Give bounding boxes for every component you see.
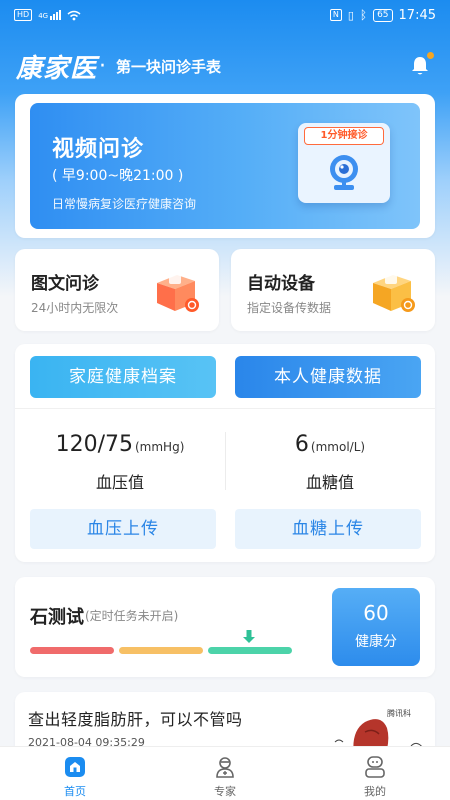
network-type: 4G bbox=[38, 12, 49, 20]
tab-profile[interactable]: 我的 bbox=[300, 747, 450, 800]
video-consult-banner[interactable]: 视频问诊 ( 早9:00~晚21:00 ) 日常慢病复诊医疗健康咨询 1分钟接诊 bbox=[30, 103, 420, 229]
status-left: HD 4G bbox=[14, 9, 81, 21]
family-health-record-button[interactable]: 家庭健康档案 bbox=[30, 356, 216, 398]
bottom-tab-bar: 首页 专家 我的 bbox=[0, 746, 450, 800]
arrow-down-icon bbox=[243, 630, 255, 643]
blood-pressure-label: 血压值 bbox=[95, 473, 144, 492]
auto-device-subtitle: 指定设备传数据 bbox=[247, 301, 332, 315]
score-bar-high bbox=[208, 647, 292, 654]
blood-sugar-unit: (mmol/L) bbox=[310, 440, 366, 454]
auto-device-title: 自动设备 bbox=[247, 274, 315, 294]
health-data-card: 家庭健康档案 本人健康数据 120/75 (mmHg) 血压值 6 (mmol/L)… bbox=[15, 344, 435, 562]
vibrate-icon: ▯ bbox=[347, 8, 354, 22]
device-box-icon bbox=[373, 275, 415, 312]
bluetooth-icon: ᛒ bbox=[359, 8, 368, 22]
text-consult-card[interactable]: 图文问诊 24小时内无限次 bbox=[15, 249, 219, 331]
stone-test-card[interactable]: 石测试 (定时任务未开启) 60 健康分 bbox=[15, 577, 435, 677]
tab-home[interactable]: 首页 bbox=[0, 747, 150, 800]
stone-test-title: 石测试 bbox=[30, 607, 84, 628]
upload-blood-sugar-button[interactable]: 血糖上传 bbox=[235, 509, 421, 549]
health-score-label: 健康分 bbox=[355, 634, 397, 650]
wifi-icon bbox=[67, 10, 81, 20]
notification-button[interactable] bbox=[408, 52, 434, 78]
hd-badge: HD bbox=[14, 9, 33, 21]
health-score-value: 60 bbox=[363, 601, 389, 625]
status-right: N ▯ ᛒ 65 17:45 bbox=[329, 7, 436, 23]
stone-test-status: (定时任务未开启) bbox=[85, 609, 179, 623]
tab-profile-label: 我的 bbox=[364, 785, 386, 798]
quick-consult-badge: 1分钟接诊 bbox=[304, 127, 384, 145]
blood-sugar-value: 6 bbox=[294, 432, 309, 457]
video-consult-card: 视频问诊 ( 早9:00~晚21:00 ) 日常慢病复诊医疗健康咨询 1分钟接诊 bbox=[15, 94, 435, 238]
blood-pressure-unit: (mmHg) bbox=[135, 440, 185, 454]
upload-blood-pressure-button[interactable]: 血压上传 bbox=[30, 509, 216, 549]
personal-health-data-button[interactable]: 本人健康数据 bbox=[235, 356, 421, 398]
score-bar-mid bbox=[119, 647, 203, 654]
tab-experts[interactable]: 专家 bbox=[150, 747, 300, 800]
blood-pressure-reading: 120/75 (mmHg) 血压值 bbox=[15, 432, 225, 493]
tab-home-label: 首页 bbox=[64, 785, 86, 798]
auto-device-card[interactable]: 自动设备 指定设备传数据 bbox=[231, 249, 435, 331]
battery-icon: 65 bbox=[373, 8, 393, 22]
divider bbox=[15, 408, 435, 409]
logo-dot: · bbox=[99, 53, 107, 79]
text-consult-title: 图文问诊 bbox=[31, 274, 99, 294]
app-header: 康家医 · 第一块问诊手表 bbox=[0, 44, 450, 88]
video-consult-hours: ( 早9:00~晚21:00 ) bbox=[52, 168, 184, 184]
blood-sugar-label: 血糖值 bbox=[305, 473, 354, 492]
profile-icon bbox=[365, 756, 385, 778]
home-icon bbox=[65, 757, 85, 777]
video-consult-description: 日常慢病复诊医疗健康咨询 bbox=[52, 197, 197, 211]
doctor-icon bbox=[216, 757, 234, 778]
status-bar: HD 4G N ▯ ᛒ 65 17:45 bbox=[0, 0, 450, 30]
blood-pressure-value: 120/75 bbox=[55, 432, 133, 457]
app-slogan: 第一块问诊手表 bbox=[116, 57, 222, 76]
video-consult-title: 视频问诊 bbox=[52, 137, 145, 162]
notification-dot bbox=[427, 52, 434, 59]
score-bar-low bbox=[30, 647, 114, 654]
news-thumbnail-caption: 腾讯科 bbox=[387, 708, 411, 718]
video-illustration: 1分钟接诊 bbox=[298, 123, 390, 203]
health-score-box[interactable]: 60 健康分 bbox=[332, 588, 420, 666]
signal-icon: 4G bbox=[38, 10, 62, 20]
tab-experts-label: 专家 bbox=[214, 785, 236, 798]
clock: 17:45 bbox=[398, 7, 436, 23]
webcam-icon bbox=[330, 155, 358, 190]
nfc-icon: N bbox=[329, 9, 342, 21]
app-logo: 康家医 bbox=[16, 53, 98, 84]
chat-box-icon bbox=[157, 275, 199, 312]
news-title: 查出轻度脂肪肝，可以不管吗 bbox=[28, 710, 243, 729]
text-consult-subtitle: 24小时内无限次 bbox=[31, 301, 119, 315]
blood-sugar-reading: 6 (mmol/L) 血糖值 bbox=[225, 432, 435, 493]
